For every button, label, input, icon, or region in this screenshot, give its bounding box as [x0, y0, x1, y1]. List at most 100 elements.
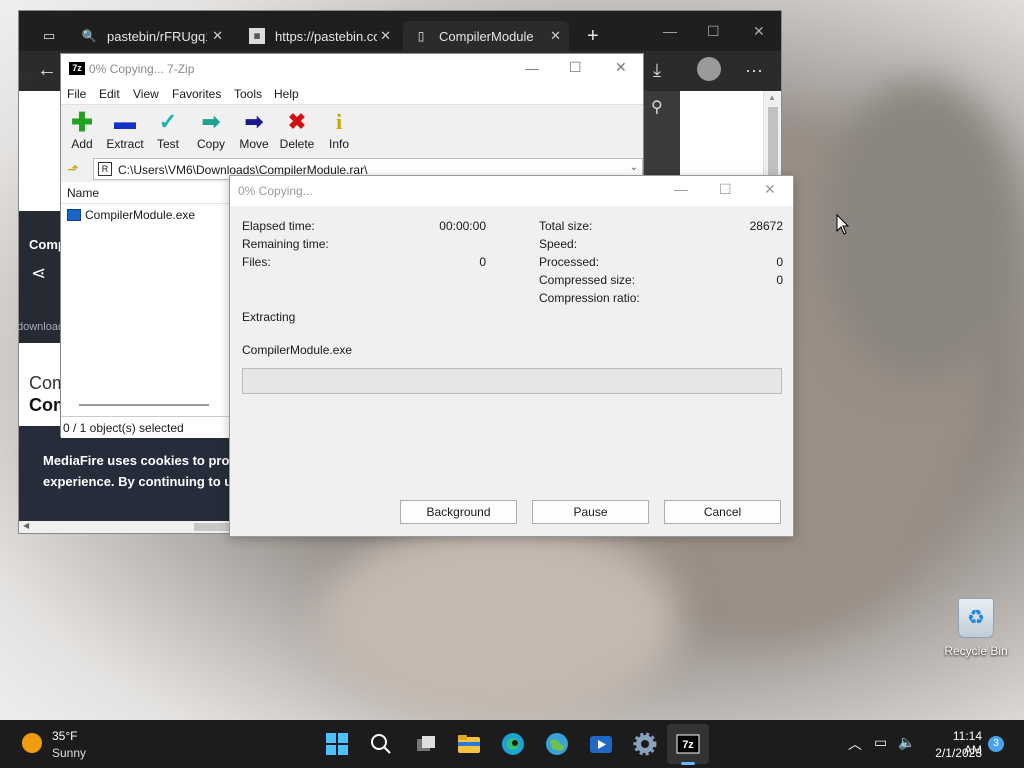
operation-label: Extracting: [242, 310, 296, 324]
recycle-bin-label: Recycle Bin: [944, 644, 1008, 658]
close-tab-icon[interactable]: ✕: [380, 28, 391, 44]
taskbar: 35°F Sunny 7z ︿ ▭ 🔈 11:14 AM 2/1/2023 3: [0, 720, 1024, 768]
close-tab-icon[interactable]: ✕: [212, 28, 223, 44]
notification-badge[interactable]: 3: [988, 736, 1004, 752]
menu-favorites[interactable]: Favorites: [172, 87, 221, 101]
share-icon[interactable]: ⋖: [31, 263, 46, 284]
weather-temperature[interactable]: 35°F: [52, 729, 77, 743]
test-button[interactable]: ✓ Test: [144, 109, 192, 151]
tab-actions-icon[interactable]: ▭: [33, 21, 63, 51]
task-view-icon[interactable]: [412, 730, 440, 758]
total-size-label: Total size:: [539, 219, 593, 233]
network-icon[interactable]: ▭: [874, 734, 887, 751]
remaining-time-label: Remaining time:: [242, 237, 329, 251]
progress-bar: [242, 368, 782, 394]
cookie-banner: MediaFire uses cookies to provid experie…: [19, 426, 231, 523]
tab-pastebin-url[interactable]: ▦ https://pastebin.co ✕: [239, 21, 399, 51]
7zip-file-list: Name CompilerModule.exe: [61, 182, 229, 414]
back-arrow-icon[interactable]: ←: [37, 59, 57, 82]
page-fragment-label: My: [19, 71, 34, 83]
tab-compilermodule[interactable]: ▯ CompilerModule ✕: [403, 21, 569, 51]
processed-value: 0: [776, 255, 783, 269]
weather-description[interactable]: Sunny: [52, 746, 86, 760]
copy-icon: ➡: [201, 109, 221, 134]
scroll-left-icon[interactable]: ◀: [23, 521, 29, 530]
edge-icon[interactable]: [499, 730, 527, 758]
cancel-button[interactable]: Cancel: [664, 500, 781, 524]
mouse-cursor-icon: [836, 214, 850, 235]
chevron-up-icon[interactable]: ︿: [848, 734, 862, 754]
menu-view[interactable]: View: [133, 87, 159, 101]
7zip-icon[interactable]: 7z: [674, 730, 702, 758]
maximize-icon[interactable]: ☐: [719, 181, 732, 198]
maps-icon[interactable]: [543, 730, 571, 758]
copy-button[interactable]: ➡ Copy: [187, 109, 235, 151]
test-label: Test: [156, 137, 179, 151]
download-icon[interactable]: ⤓: [653, 60, 661, 81]
settings-icon[interactable]: [631, 730, 659, 758]
total-size-value: 28672: [749, 219, 783, 233]
wallpaper-shape: [320, 520, 680, 720]
add-button[interactable]: ✚ Add: [58, 109, 106, 151]
minimize-icon[interactable]: —: [674, 181, 688, 197]
menu-help[interactable]: Help: [274, 87, 299, 101]
list-item[interactable]: CompilerModule.exe: [67, 208, 195, 222]
dialog-title: 0% Copying...: [238, 184, 313, 198]
page-download-link[interactable]: download: [17, 321, 61, 333]
move-icon: ➡: [244, 109, 264, 134]
7zip-logo-icon: 7z: [69, 62, 85, 75]
extract-button[interactable]: ▬ Extract: [101, 109, 149, 151]
info-icon: i: [335, 109, 343, 134]
scrollbar-thumb[interactable]: [768, 107, 778, 177]
close-icon[interactable]: ✕: [615, 59, 627, 76]
maximize-icon[interactable]: ☐: [569, 59, 582, 76]
tab-label: https://pastebin.co: [275, 28, 377, 44]
delete-button[interactable]: ✖ Delete: [273, 109, 321, 151]
pause-button[interactable]: Pause: [532, 500, 649, 524]
scroll-up-icon[interactable]: ▲: [768, 93, 776, 102]
browser-tab-strip: ▭ 🔍 pastebin/rFRUgq1S ✕ ▦ https://pasteb…: [19, 11, 781, 51]
move-button[interactable]: ➡ Move: [230, 109, 278, 151]
media-player-icon[interactable]: [587, 730, 615, 758]
menu-file[interactable]: File: [67, 87, 86, 101]
rar-file-icon: R: [98, 162, 112, 176]
info-button[interactable]: i Info: [315, 109, 363, 151]
close-icon[interactable]: ✕: [753, 23, 765, 40]
new-tab-icon[interactable]: +: [577, 21, 607, 51]
exe-file-icon: [67, 209, 81, 221]
more-menu-icon[interactable]: ···: [745, 60, 763, 81]
cookie-text-line1: MediaFire uses cookies to provid: [43, 453, 231, 468]
compression-ratio-label: Compression ratio:: [539, 291, 640, 305]
weather-sun-icon[interactable]: [22, 733, 42, 753]
pin-icon[interactable]: ⚲: [651, 97, 663, 117]
minimize-icon[interactable]: —: [663, 23, 677, 39]
7zip-title: 0% Copying... 7-Zip: [89, 62, 195, 76]
files-label: Files:: [242, 255, 271, 269]
menu-tools[interactable]: Tools: [234, 87, 262, 101]
wallpaper-shape: [820, 80, 1020, 380]
tab-pastebin-search[interactable]: 🔍 pastebin/rFRUgq1S ✕: [71, 21, 231, 51]
close-icon[interactable]: ✕: [764, 181, 776, 198]
tab-label: CompilerModule: [439, 28, 534, 44]
search-icon[interactable]: [367, 730, 395, 758]
minimize-icon[interactable]: —: [525, 60, 539, 76]
copying-dialog: 0% Copying... — ☐ ✕ Elapsed time: 00:00:…: [229, 175, 794, 537]
column-header-name[interactable]: Name: [61, 182, 229, 204]
maximize-icon[interactable]: ☐: [707, 23, 720, 40]
profile-icon[interactable]: [697, 57, 721, 81]
folder-up-icon[interactable]: ⬏: [67, 161, 83, 177]
clock-date[interactable]: 2/1/2023: [926, 746, 982, 760]
qr-icon: ▦: [249, 28, 265, 44]
list-scrollbar[interactable]: [79, 404, 209, 406]
volume-icon[interactable]: 🔈: [898, 734, 915, 751]
file-explorer-icon[interactable]: [455, 730, 483, 758]
close-tab-icon[interactable]: ✕: [550, 28, 561, 44]
recycle-bin-shortcut[interactable]: ♻ Recycle Bin: [942, 598, 1010, 658]
delete-icon: ✖: [287, 109, 307, 134]
start-icon[interactable]: [323, 730, 351, 758]
menu-edit[interactable]: Edit: [99, 87, 120, 101]
search-icon: 🔍: [81, 29, 97, 43]
chevron-down-icon[interactable]: ⌄: [630, 162, 638, 173]
background-button[interactable]: Background: [400, 500, 517, 524]
7zip-menubar: File Edit View Favorites Tools Help: [61, 84, 643, 104]
